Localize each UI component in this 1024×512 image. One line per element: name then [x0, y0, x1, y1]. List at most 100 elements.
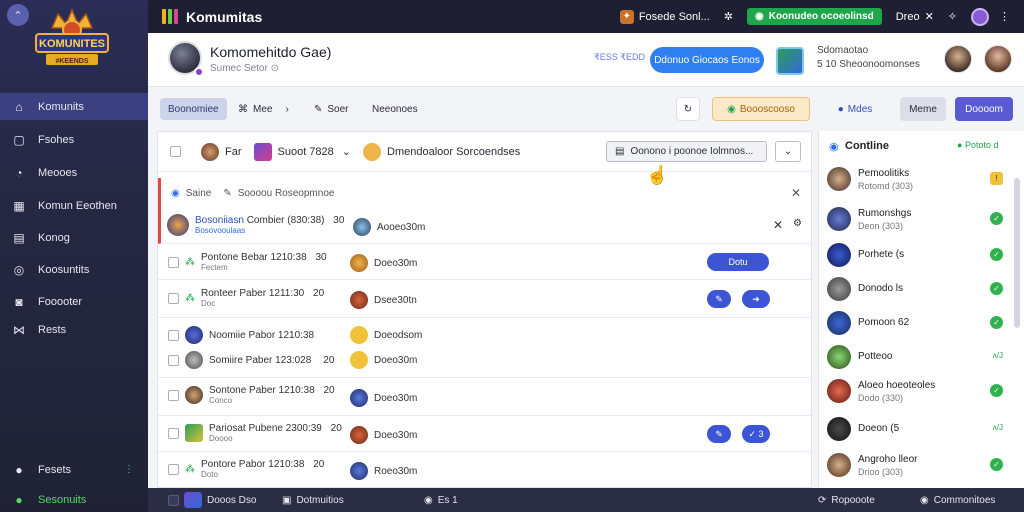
row-checkbox[interactable]: [168, 256, 179, 268]
members-scrollbar[interactable]: [1014, 178, 1020, 328]
more-dots-icon[interactable]: ⋮: [124, 464, 134, 475]
bottom-item-3[interactable]: ◉ Es 1: [424, 488, 458, 512]
settings-circle-icon[interactable]: ⊙: [271, 63, 279, 74]
refresh-button[interactable]: ↻: [676, 97, 700, 121]
tab-boonomiee[interactable]: Boonomiee: [160, 98, 227, 120]
message-count: 30: [315, 252, 327, 263]
member-name: Rumonshgs: [858, 208, 912, 219]
meme-button[interactable]: Meme: [900, 97, 946, 121]
user-avatar[interactable]: [971, 7, 989, 26]
table-row[interactable]: ⁂ Pontore Pabor 1210:38 20 Doto Roeo30m: [158, 452, 811, 488]
channel-status-badge: [194, 67, 204, 77]
sidebar-item-sesonuits[interactable]: ● Sesonuits: [0, 486, 148, 512]
member-item[interactable]: Potteoo ʌ/J: [827, 343, 1015, 373]
community-thumbnail[interactable]: [776, 47, 804, 75]
sidebar-item-meooes[interactable]: ◔ Meooes: [0, 159, 148, 186]
member-item[interactable]: Pemoolitiks Rotomd (303) !: [827, 165, 1015, 195]
orange-action-button[interactable]: ◉ Boooscooso: [712, 97, 810, 121]
sidebar-item-fesets[interactable]: ● Fesets ⋮: [0, 456, 148, 483]
topbar-more[interactable]: ⋮: [999, 10, 1010, 23]
row-edit-pill[interactable]: ✎: [707, 425, 731, 443]
app-menu-icon[interactable]: ⌃: [7, 4, 29, 26]
member-item[interactable]: Aloeo hoeoteoles Dodo (330) ✓: [827, 377, 1015, 407]
table-row[interactable]: ⁂ Pontone Bebar 1210:38 30 Fectem Doeo30…: [158, 244, 811, 280]
title-avatar: [350, 389, 368, 407]
filter-label-3[interactable]: Dmendoaloor Sorcoendses: [387, 146, 520, 158]
sidebar-item-konog[interactable]: ▤ Konog: [0, 224, 148, 251]
sidebar-item-fooooter[interactable]: ◙ Fooooter: [0, 288, 148, 315]
settings-icon[interactable]: ⚙: [793, 218, 802, 229]
bottom-thumb-icon: [184, 492, 202, 508]
online-count-label: Pototo d: [964, 140, 999, 150]
table-row[interactable]: ⁂ Ronteer Paber 1211:30 20 Doc Dsee30tn …: [158, 280, 811, 318]
table-row[interactable]: Sontone Paber 1210:38 20 Conco Doeo30m: [158, 378, 811, 416]
topbar-settings[interactable]: ✧: [948, 10, 957, 23]
message-title: Doeo30m: [374, 257, 418, 269]
close-icon[interactable]: ✕: [925, 10, 934, 23]
close-icon[interactable]: ✕: [791, 186, 801, 200]
sidebar-item-rests[interactable]: ⋈ Rests: [0, 316, 148, 343]
message-sender: Pariosat Pubene 2300:39 20 Doooo: [168, 423, 342, 443]
member-item[interactable]: Doeon (5 ʌ/J: [827, 415, 1015, 445]
filter-label-2[interactable]: Suoot 7828: [278, 146, 334, 158]
row-forward-pill[interactable]: ➜: [742, 290, 770, 308]
topbar-dropdown[interactable]: Dreo ✕: [896, 10, 934, 24]
bottom-item-2[interactable]: ▣ Dotmuitios: [282, 488, 344, 512]
topbar-star[interactable]: ✲: [724, 10, 733, 23]
filter-dropdown-button[interactable]: ⌄: [775, 141, 801, 162]
select-all-checkbox[interactable]: [170, 146, 181, 157]
member-item[interactable]: Angroho lleor Drioo (303) ✓: [827, 451, 1015, 481]
row-checkbox[interactable]: [168, 354, 179, 366]
member-item[interactable]: Donodo ls ✓: [827, 275, 1015, 305]
sidebar-item-fsohes[interactable]: ▢ Fsohes: [0, 126, 148, 153]
row-checkbox[interactable]: [168, 463, 179, 475]
row-action-pill[interactable]: Dotu: [707, 253, 769, 271]
chevron-down-icon[interactable]: ⌄: [342, 145, 351, 158]
header-primary-button[interactable]: Ddonuo Giocaos Eonos: [650, 47, 764, 73]
sender-name: Sontone Paber 1210:38: [209, 385, 315, 396]
bottom-item-1[interactable]: Dooos Dso: [168, 488, 256, 512]
refresh-icon: ⟳: [818, 494, 827, 506]
row-edit-pill[interactable]: ✎: [707, 290, 731, 308]
bottom-checkbox[interactable]: [168, 494, 179, 506]
emoji-icon: [363, 142, 381, 161]
message-count: 20: [313, 459, 325, 470]
message-title: Doeodsom: [374, 329, 423, 341]
tab-soer[interactable]: ✎ Soer: [314, 98, 349, 120]
row-checkbox[interactable]: [168, 292, 179, 304]
member-item[interactable]: Rumonshgs Deon (303) ✓: [827, 205, 1015, 235]
row-checkbox[interactable]: [168, 329, 179, 341]
member-avatar-2[interactable]: [984, 45, 1012, 73]
topbar-status[interactable]: ✦ Fosede Sonl...: [619, 9, 710, 24]
bottom-item-5-label: Commonitoes: [933, 494, 996, 506]
bottom-item-5[interactable]: ◉ Commonitoes: [920, 488, 995, 512]
member-avatar-1[interactable]: [944, 45, 972, 73]
tab-mee[interactable]: ⌘ Mee ›: [238, 98, 289, 120]
row-checkbox[interactable]: [168, 427, 179, 439]
sidebar-item-komunits[interactable]: ⌂ Komunits: [0, 93, 148, 120]
mute-button[interactable]: ● Mdes: [826, 97, 884, 121]
message-count: 20: [323, 385, 335, 396]
close-icon[interactable]: ✕: [773, 218, 783, 232]
message-title: Doeo30m: [374, 354, 418, 366]
filter-label-1[interactable]: Far: [225, 146, 242, 158]
row-count-pill[interactable]: ✓ 3: [742, 425, 770, 443]
table-row[interactable]: Bosoniiasn Combier (830:38) 30 Bosovooul…: [158, 208, 811, 244]
row-checkbox[interactable]: [168, 389, 179, 401]
bottom-item-4[interactable]: ⟳ Ropooote: [818, 488, 875, 512]
filter-select[interactable]: ▤ Oonono i poonoe Iolmnos...: [606, 141, 767, 162]
member-item[interactable]: Pomoon 62 ✓: [827, 309, 1015, 339]
topbar-green-button[interactable]: ◉ Koonudeo ocoeolinsd: [746, 8, 882, 25]
table-row[interactable]: Noomiie Pabor 1210:38 Doeodsom Somiire P…: [158, 318, 811, 378]
online-check-icon: ✓: [990, 212, 1003, 225]
doooom-button[interactable]: Doooom: [955, 97, 1013, 121]
member-avatar: [827, 167, 851, 191]
sidebar-item-label: Komunits: [38, 100, 84, 113]
sidebar-item-komun-eeothen[interactable]: ▦ Komun Eeothen: [0, 192, 148, 219]
tab-neeonoes[interactable]: Neeonoes: [372, 98, 418, 120]
table-row[interactable]: Pariosat Pubene 2300:39 20 Doooo Doeo30m…: [158, 416, 811, 452]
clock-icon: ◉: [727, 103, 736, 115]
sidebar-item-koosuntits[interactable]: ◎ Koosuntits: [0, 256, 148, 283]
chevron-right-icon: ›: [285, 103, 289, 115]
member-item[interactable]: Porhete (s ✓: [827, 241, 1015, 271]
